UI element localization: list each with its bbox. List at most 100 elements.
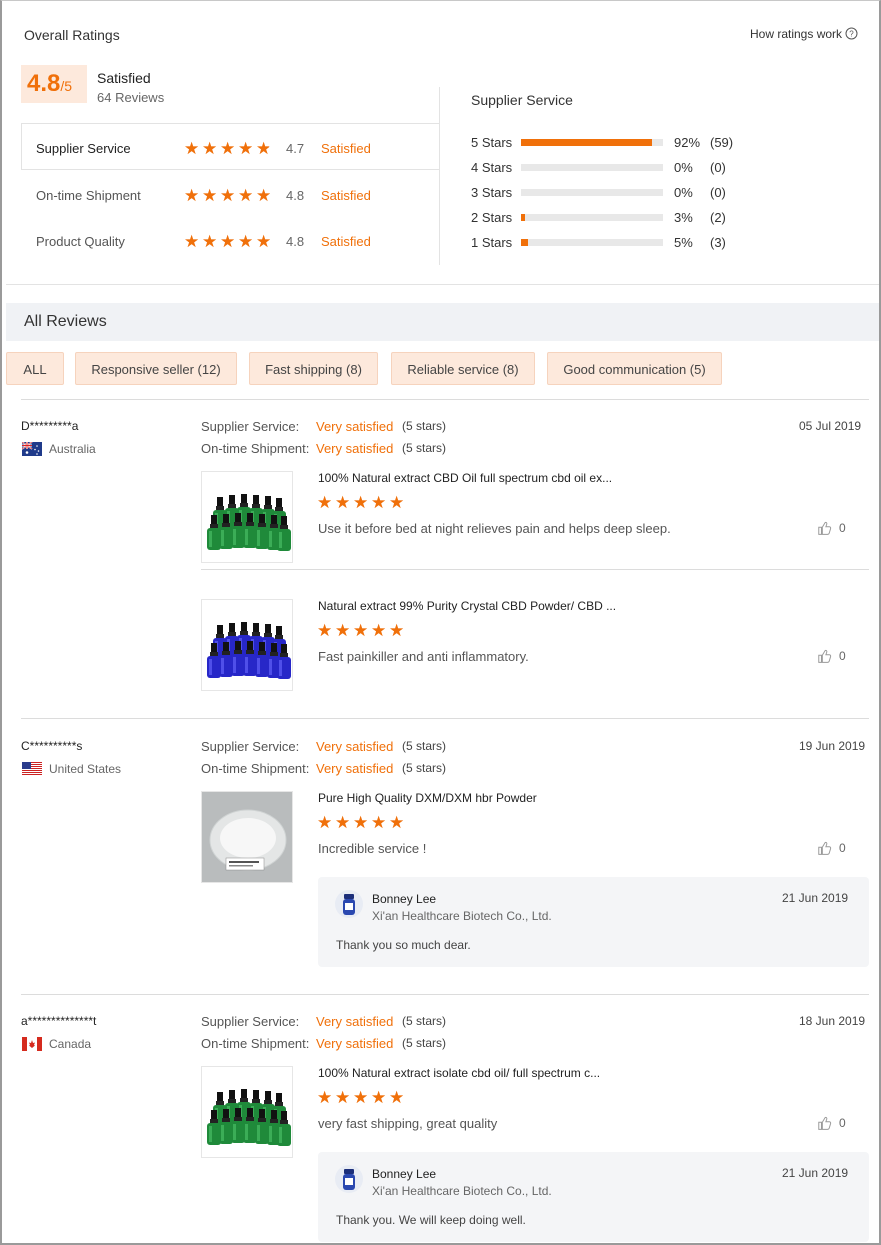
supplier-service-rating: Very satisfied — [316, 739, 394, 754]
filter-chip[interactable]: Fast shipping (8) — [249, 352, 378, 385]
thumbs-up-icon[interactable] — [817, 649, 833, 665]
star-icon-filled: ★ — [220, 140, 236, 157]
star-icon-filled: ★ — [238, 233, 254, 250]
star-icon: ★★ — [335, 814, 353, 831]
ontime-shipment-label: On-time Shipment: — [201, 761, 310, 776]
star-icon-filled: ★ — [256, 233, 270, 250]
star-icon-filled: ★ — [353, 622, 369, 639]
star-icon: ★★ — [202, 233, 220, 250]
overall-score: 4.8 — [27, 70, 61, 97]
thumbs-up-icon[interactable] — [817, 1116, 833, 1132]
product-rating-stars: ★ ★ ★ ★ ★ ★ ★ ★ ★ ★ — [317, 494, 407, 511]
star-icon-filled: ★ — [184, 233, 200, 250]
star-icon-filled: ★ — [353, 814, 369, 831]
like-count: 0 — [839, 521, 846, 535]
star-icon: ★★ — [238, 187, 256, 204]
distribution-percent: 0% — [674, 185, 693, 200]
help-icon[interactable]: ? — [845, 27, 858, 40]
ontime-shipment-rating: Very satisfied — [316, 441, 394, 456]
product-title[interactable]: 100% Natural extract CBD Oil full spectr… — [318, 471, 612, 485]
distribution-count: (59) — [710, 135, 734, 150]
product-title[interactable]: 100% Natural extract isolate cbd oil/ fu… — [318, 1066, 600, 1080]
metric-label: Satisfied — [321, 234, 371, 249]
ontime-shipment-label: On-time Shipment: — [201, 1036, 310, 1051]
filter-chip[interactable]: Responsive seller (12) — [75, 352, 237, 385]
distribution-bar-fill — [521, 214, 525, 221]
review-text: Use it before bed at night relieves pain… — [318, 521, 671, 536]
star-icon: ★★ — [256, 233, 274, 250]
overall-score-badge: 4.8/5 — [21, 65, 87, 103]
distribution-bar — [521, 164, 663, 171]
reply-date: 21 Jun 2019 — [782, 891, 849, 905]
reply-date: 21 Jun 2019 — [782, 1166, 849, 1180]
thumbs-up-icon[interactable] — [817, 521, 833, 537]
star-icon: ★★ — [389, 622, 407, 639]
reply-company: Xi'an Healthcare Biotech Co., Ltd. — [372, 909, 552, 923]
product-rating-stars: ★ ★ ★ ★ ★ ★ ★ ★ ★ ★ — [317, 1089, 407, 1106]
metric-label: Satisfied — [321, 188, 371, 203]
filter-chip[interactable]: Reliable service (8) — [391, 352, 535, 385]
distribution-percent: 3% — [674, 210, 693, 225]
star-icon: ★★ — [202, 187, 220, 204]
avatar — [335, 890, 363, 918]
star-icon-filled: ★ — [317, 622, 333, 639]
star-icon-filled: ★ — [256, 187, 270, 204]
all-reviews-header: All Reviews — [6, 303, 879, 341]
filter-chip[interactable]: Good communication (5) — [547, 352, 722, 385]
star-icon-filled: ★ — [317, 1089, 333, 1106]
distribution-percent: 5% — [674, 235, 693, 250]
star-icon: ★★ — [371, 1089, 389, 1106]
distribution-bar — [521, 239, 663, 246]
product-thumbnail[interactable] — [201, 791, 293, 883]
green-bottles-image — [207, 1089, 291, 1146]
product-title[interactable]: Natural extract 99% Purity Crystal CBD P… — [318, 599, 616, 613]
panel-divider — [439, 87, 440, 265]
star-icon: ★★ — [317, 494, 335, 511]
star-icon-filled: ★ — [371, 494, 387, 511]
reply-text: Thank you. We will keep doing well. — [336, 1213, 526, 1227]
distribution-count: (2) — [710, 210, 726, 225]
product-title[interactable]: Pure High Quality DXM/DXM hbr Powder — [318, 791, 537, 805]
overall-reviews-count: 64 Reviews — [97, 90, 165, 105]
star-icon: ★★ — [371, 814, 389, 831]
star-icon: ★★ — [256, 140, 274, 157]
australia-flag-icon — [22, 442, 42, 456]
star-icon-filled: ★ — [389, 622, 405, 639]
star-icon: ★★ — [335, 622, 353, 639]
star-icon-filled: ★ — [371, 622, 387, 639]
reviewer-name: a**************t — [21, 1014, 97, 1028]
star-icon: ★★ — [238, 140, 256, 157]
product-thumbnail[interactable] — [201, 599, 293, 691]
review-text: Fast painkiller and anti inflammatory. — [318, 649, 529, 664]
distribution-row-label: 1 Stars — [471, 235, 513, 250]
star-icon: ★★ — [335, 494, 353, 511]
review-text: very fast shipping, great quality — [318, 1116, 498, 1131]
reviewer-name: D*********a — [21, 419, 79, 433]
star-icon-filled: ★ — [389, 1089, 405, 1106]
how-ratings-work-label[interactable]: How ratings work — [750, 27, 842, 41]
star-icon: ★★ — [353, 1089, 371, 1106]
star-icon-filled: ★ — [238, 187, 254, 204]
filter-chip[interactable]: ALL — [6, 352, 64, 385]
star-icon: ★★ — [317, 622, 335, 639]
thumbs-up-icon[interactable] — [817, 841, 833, 857]
how-ratings-work-link[interactable]: How ratings work ? — [750, 27, 858, 41]
product-thumbnail[interactable] — [201, 471, 293, 563]
ontime-shipment-label: On-time Shipment: — [201, 441, 310, 456]
star-icon-filled: ★ — [335, 494, 351, 511]
metric-value: 4.7 — [286, 141, 305, 156]
star-icon-filled: ★ — [202, 140, 218, 157]
reviewer-name: C**********s — [21, 739, 83, 753]
distribution-bar — [521, 139, 663, 146]
ontime-shipment-rating: Very satisfied — [316, 1036, 394, 1051]
like-count: 0 — [839, 649, 846, 663]
product-thumbnail[interactable] — [201, 1066, 293, 1158]
supplier-service-stars: (5 stars) — [402, 739, 447, 753]
supplier-service-label: Supplier Service: — [201, 1014, 300, 1029]
distribution-count: (3) — [710, 235, 726, 250]
distribution-bar-fill — [521, 139, 652, 146]
star-icon: ★★ — [371, 622, 389, 639]
reviewer-country: United States — [49, 762, 122, 776]
star-icon-filled: ★ — [371, 1089, 387, 1106]
blue-bottles-image — [207, 622, 291, 679]
